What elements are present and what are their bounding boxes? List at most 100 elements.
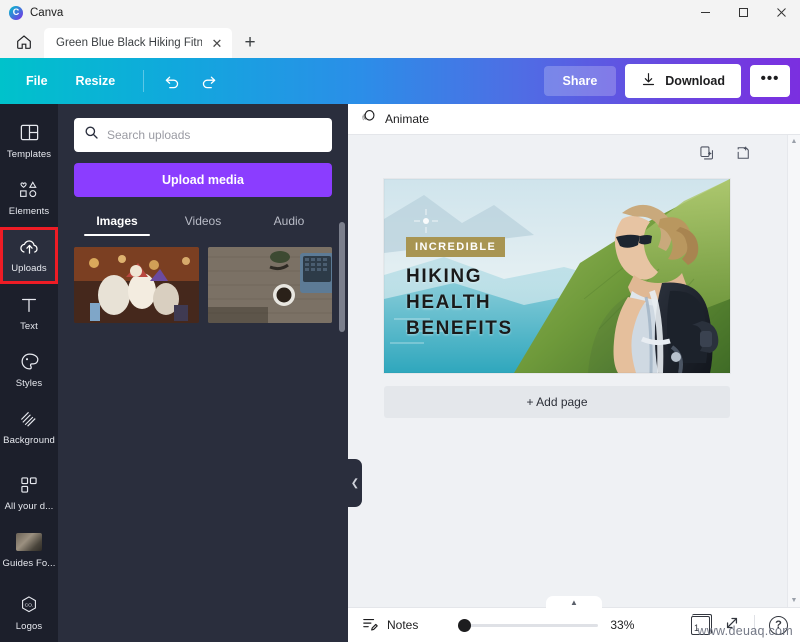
browser-tab-strip: Green Blue Black Hiking Fitn ✕ + — [0, 26, 800, 58]
minimize-button[interactable] — [686, 0, 724, 26]
design-page-wrapper: INCREDIBLE HIKING HEALTH BENEFITS + Add … — [384, 179, 730, 418]
scroll-down-icon[interactable]: ▼ — [788, 594, 800, 607]
sidebar-item-logos[interactable]: CO. Logos — [0, 585, 58, 642]
app-title: Canva — [30, 6, 64, 19]
design-badge-text: INCREDIBLE — [406, 237, 506, 257]
tab-videos[interactable]: Videos — [160, 207, 246, 236]
left-nav-rail: Templates Elements Uploads Text Styles B… — [0, 104, 58, 642]
sidebar-item-templates[interactable]: Templates — [0, 112, 58, 169]
canvas-area: Animate INCREDIBLE HIKING HEALTH BENEFIT… — [348, 104, 800, 642]
tab-audio[interactable]: Audio — [246, 207, 332, 236]
zoom-slider[interactable] — [458, 618, 599, 632]
uploaded-images-grid — [74, 247, 332, 323]
add-page-button[interactable]: + Add page — [384, 386, 730, 418]
headline-line-3: BENEFITS — [406, 318, 513, 340]
animate-ring-icon — [360, 108, 377, 130]
uploads-tab-list: Images Videos Audio — [74, 207, 332, 236]
uploaded-image-thumbnail[interactable] — [207, 247, 332, 323]
sidebar-label-guides-folder: Guides Fo... — [2, 557, 56, 569]
collapse-panel-handle[interactable]: ❮ — [348, 459, 362, 507]
sidebar-item-background[interactable]: Background — [0, 399, 58, 456]
new-tab-button[interactable]: + — [232, 28, 268, 58]
canvas-vertical-scrollbar[interactable]: ▲ ▼ — [787, 135, 800, 607]
text-icon — [19, 294, 39, 316]
toolbar-right-actions: Share Download ••• — [543, 64, 790, 98]
tab-images[interactable]: Images — [74, 207, 160, 236]
home-icon[interactable] — [4, 26, 44, 58]
sidebar-item-text[interactable]: Text — [0, 284, 58, 341]
canva-logo-icon: C — [9, 5, 23, 20]
undo-icon[interactable] — [156, 66, 186, 96]
animate-bar: Animate — [348, 104, 800, 135]
animate-button-label[interactable]: Animate — [385, 112, 429, 126]
sidebar-label-styles: Styles — [15, 377, 43, 389]
background-icon — [19, 408, 40, 430]
close-window-button[interactable] — [762, 0, 800, 26]
file-menu-button[interactable]: File — [12, 68, 62, 94]
canvas-scroll-region: INCREDIBLE HIKING HEALTH BENEFITS + Add … — [348, 135, 800, 607]
sidebar-label-background: Background — [3, 435, 55, 447]
more-options-button[interactable]: ••• — [750, 65, 790, 97]
design-headline: HIKING HEALTH BENEFITS — [406, 264, 513, 343]
sidebar-item-guides-folder[interactable]: Guides Fo... — [0, 521, 58, 578]
uploads-cloud-icon — [18, 236, 41, 258]
sidebar-label-elements: Elements — [8, 205, 50, 217]
sidebar-item-elements[interactable]: Elements — [0, 169, 58, 226]
search-input[interactable] — [107, 128, 322, 142]
uploads-panel: Upload media Images Videos Audio — [58, 104, 348, 642]
window-controls — [686, 0, 800, 26]
design-canvas-page[interactable]: INCREDIBLE HIKING HEALTH BENEFITS — [384, 179, 730, 373]
svg-text:CO.: CO. — [25, 603, 34, 609]
sidebar-label-templates: Templates — [6, 148, 52, 160]
styles-palette-icon — [19, 351, 40, 373]
duplicate-page-icon[interactable] — [699, 145, 715, 166]
headline-line-1: HIKING — [406, 266, 483, 287]
headline-line-2: HEALTH — [406, 292, 492, 314]
logos-badge-icon: CO. — [18, 594, 40, 616]
close-icon[interactable]: ✕ — [208, 34, 226, 52]
editor-toolbar: File Resize Share Download ••• — [0, 58, 800, 104]
uploads-panel-scrollbar[interactable] — [339, 222, 345, 332]
redo-icon[interactable] — [194, 66, 224, 96]
app-identity: C Canva — [0, 5, 64, 20]
zoom-percentage: 33% — [610, 618, 635, 632]
download-label: Download — [665, 74, 725, 88]
window-title-bar: C Canva — [0, 0, 800, 26]
download-icon — [641, 72, 656, 90]
add-page-icon[interactable] — [735, 145, 751, 166]
editor-body: Templates Elements Uploads Text Styles B… — [0, 104, 800, 642]
expand-panel-handle[interactable]: ▲ — [546, 596, 602, 609]
notes-label: Notes — [387, 618, 419, 632]
grid-icon — [19, 474, 39, 496]
zoom-slider-handle[interactable] — [458, 618, 472, 632]
maximize-button[interactable] — [724, 0, 762, 26]
document-tab[interactable]: Green Blue Black Hiking Fitn ✕ — [44, 28, 232, 58]
notes-button[interactable]: Notes — [362, 616, 418, 635]
sidebar-label-all-your-designs: All your d... — [4, 500, 54, 512]
zoom-controls: 33% — [458, 618, 640, 632]
bottom-status-bar: ▲ Notes 33% 1 ? www.deuaq.com — [348, 596, 800, 642]
bottom-right-controls: 1 ? — [691, 613, 788, 636]
templates-icon — [19, 122, 40, 144]
folder-thumbnail-icon — [16, 531, 42, 553]
sidebar-item-styles[interactable]: Styles — [0, 341, 58, 398]
help-button[interactable]: ? — [769, 615, 788, 635]
download-button[interactable]: Download — [625, 64, 741, 98]
upload-media-button[interactable]: Upload media — [74, 163, 332, 197]
sidebar-item-uploads[interactable]: Uploads — [0, 226, 58, 284]
sidebar-item-all-your-designs[interactable]: All your d... — [0, 464, 58, 521]
fullscreen-icon[interactable] — [724, 615, 740, 636]
scroll-up-icon[interactable]: ▲ — [788, 135, 800, 148]
canva-app-window: C Canva Green Blue Black Hiking Fitn ✕ + — [0, 0, 800, 642]
page-action-icons — [699, 145, 751, 166]
search-icon — [84, 125, 99, 145]
uploaded-image-thumbnail[interactable] — [74, 247, 199, 323]
search-uploads-box[interactable] — [74, 118, 332, 152]
sidebar-label-text: Text — [20, 320, 38, 332]
chevron-up-icon: ▲ — [570, 598, 578, 607]
notes-icon — [362, 616, 378, 635]
page-count-indicator[interactable]: 1 — [691, 613, 712, 635]
share-button[interactable]: Share — [543, 66, 617, 96]
resize-button[interactable]: Resize — [62, 68, 130, 94]
bottom-bar-divider — [754, 615, 755, 635]
